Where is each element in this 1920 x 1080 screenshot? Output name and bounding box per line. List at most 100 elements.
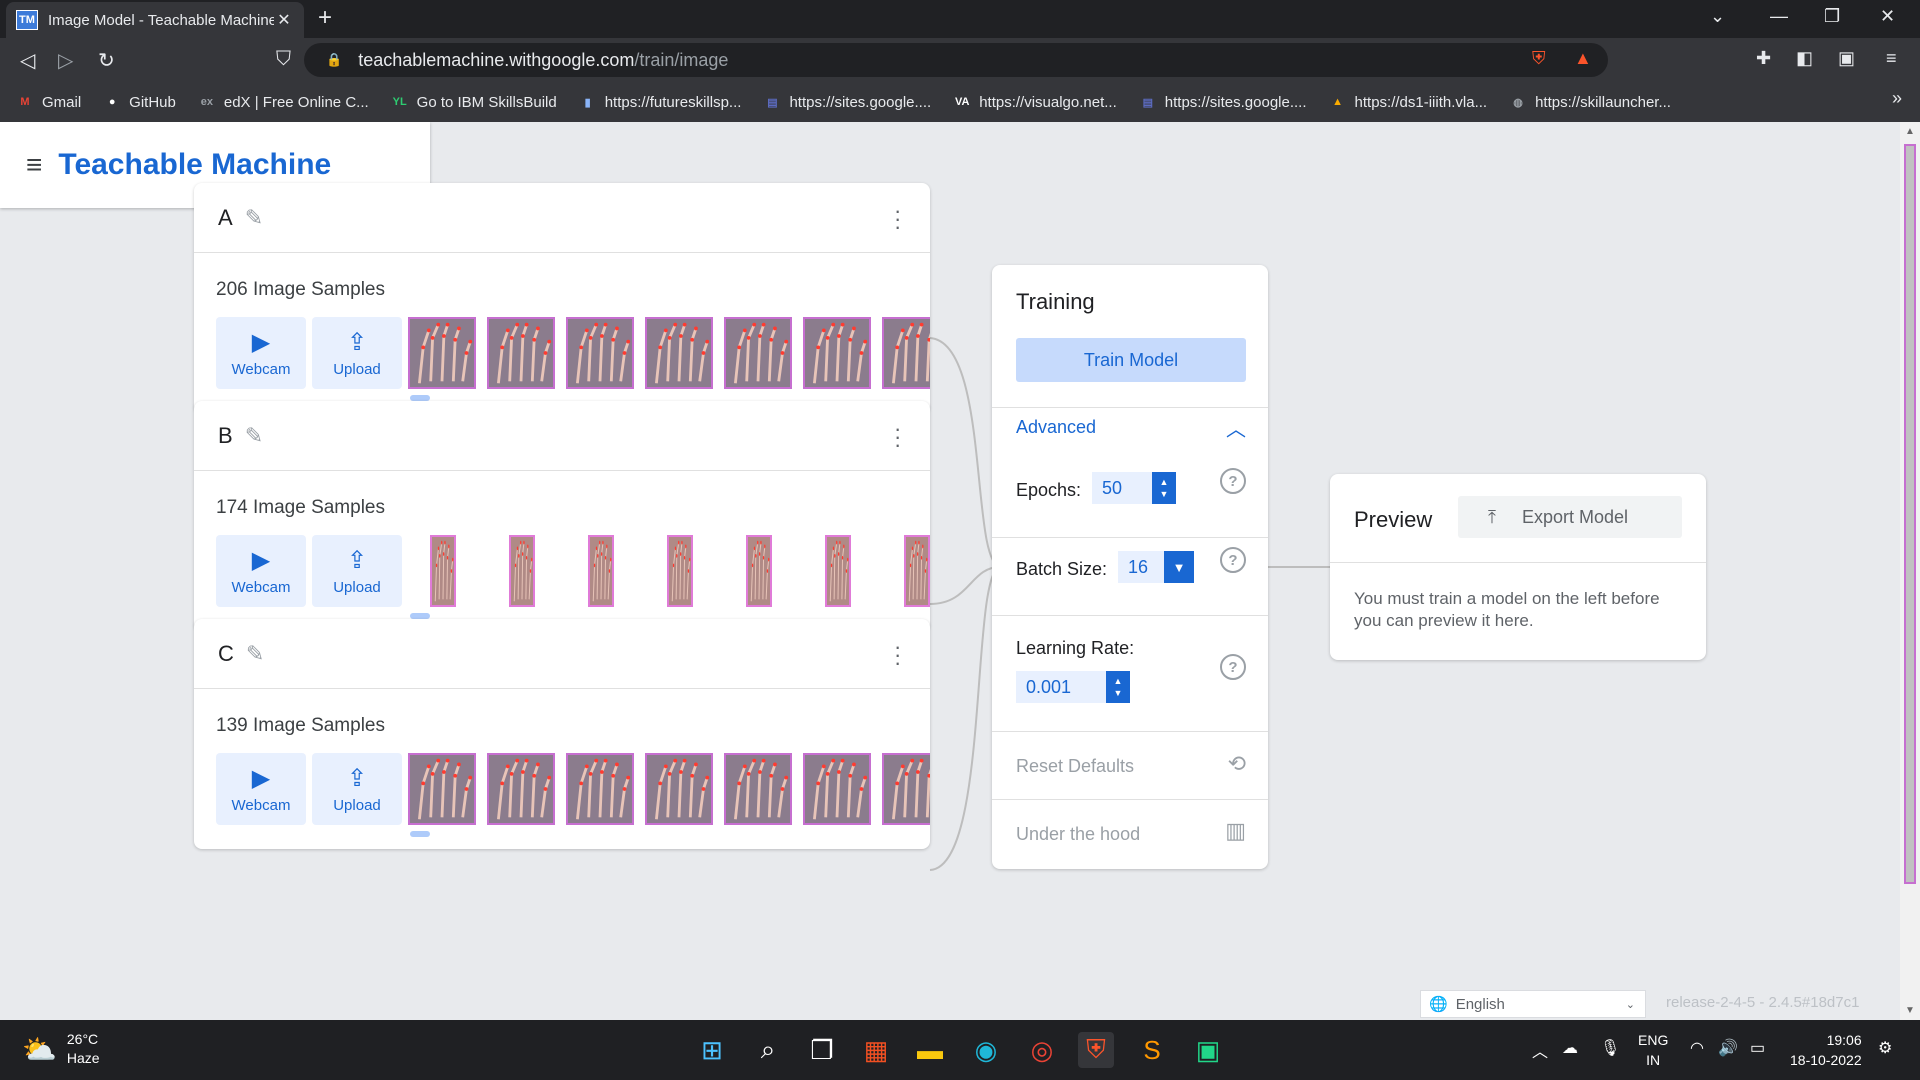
language-select[interactable]: 🌐 English ⌄ xyxy=(1420,990,1646,1018)
webcam-button[interactable]: ▶ Webcam xyxy=(216,317,306,389)
bookmark-item[interactable]: YL Go to IBM SkillsBuild xyxy=(391,93,557,111)
forward-icon[interactable]: ▷ xyxy=(58,48,73,73)
sample-thumbnail[interactable] xyxy=(724,317,792,389)
sample-thumbnail[interactable] xyxy=(746,535,772,607)
sample-thumbnail[interactable] xyxy=(724,753,792,825)
bookmark-item[interactable]: VA https://visualgo.net... xyxy=(953,93,1117,111)
reload-icon[interactable]: ↻ xyxy=(98,48,115,73)
battery-icon[interactable]: ▭ xyxy=(1750,1038,1765,1058)
file-explorer-icon[interactable]: ▬ xyxy=(912,1032,948,1068)
hamburger-menu-icon[interactable]: ≡ xyxy=(26,149,42,181)
microsoft-store-icon[interactable]: ▦ xyxy=(858,1032,894,1068)
sample-thumbnail[interactable] xyxy=(803,317,871,389)
sample-thumbnail[interactable] xyxy=(803,753,871,825)
wifi-icon[interactable]: ◠ xyxy=(1690,1038,1704,1058)
volume-icon[interactable]: 🔊 xyxy=(1718,1038,1738,1058)
pycharm-icon[interactable]: ▣ xyxy=(1190,1032,1226,1068)
more-bookmarks-icon[interactable]: » xyxy=(1892,88,1902,109)
class-name[interactable]: A xyxy=(218,205,233,231)
batch-size-select[interactable]: 16 ▼ xyxy=(1118,551,1194,583)
learning-rate-input[interactable]: 0.001 ▲ ▼ xyxy=(1016,671,1130,703)
search-icon[interactable]: ⌕ xyxy=(750,1032,786,1068)
epochs-input[interactable]: 50 ▲ ▼ xyxy=(1092,472,1176,504)
edit-pencil-icon[interactable]: ✎ xyxy=(245,423,263,449)
sample-thumbnail[interactable] xyxy=(825,535,851,607)
more-options-icon[interactable]: · · · xyxy=(894,636,901,674)
edge-icon[interactable]: ◉ xyxy=(968,1032,1004,1068)
reset-defaults-button[interactable]: Reset Defaults xyxy=(1016,756,1134,777)
upload-button[interactable]: ⇪ Upload xyxy=(312,535,402,607)
bookmark-item[interactable]: ▲ https://ds1-iiith.vla... xyxy=(1329,93,1487,111)
tab-search-chevron-icon[interactable]: ⌄ xyxy=(1710,6,1725,27)
close-tab-icon[interactable]: ✕ xyxy=(274,10,294,30)
minimize-icon[interactable]: — xyxy=(1770,6,1788,27)
show-hidden-icons-icon[interactable]: ︿ xyxy=(1532,1038,1548,1062)
dropdown-arrow-icon[interactable]: ▼ xyxy=(1164,551,1194,583)
browser-menu-icon[interactable]: ≡ xyxy=(1886,48,1897,69)
stepper-up-icon[interactable]: ▲ xyxy=(1114,675,1123,687)
bar-chart-icon[interactable]: ▥ xyxy=(1225,818,1246,844)
sample-thumbnail[interactable] xyxy=(882,317,930,389)
input-language[interactable]: ENG IN xyxy=(1638,1030,1668,1070)
new-tab-icon[interactable]: + xyxy=(318,4,332,32)
stepper-down-icon[interactable]: ▼ xyxy=(1160,488,1169,500)
sample-thumbnail[interactable] xyxy=(566,317,634,389)
task-view-icon[interactable]: ❐ xyxy=(804,1032,840,1068)
brave-rewards-icon[interactable]: ▲ xyxy=(1574,48,1592,69)
advanced-toggle[interactable]: Advanced xyxy=(1016,417,1096,438)
bookmark-icon[interactable]: ⛉ xyxy=(276,48,291,71)
edit-pencil-icon[interactable]: ✎ xyxy=(245,205,263,231)
sample-thumbnail[interactable] xyxy=(566,753,634,825)
extensions-icon[interactable]: ✚ xyxy=(1756,48,1771,69)
bookmark-item[interactable]: ex edX | Free Online C... xyxy=(198,93,369,111)
wallet-icon[interactable]: ▣ xyxy=(1838,48,1855,69)
windows-start-icon[interactable]: ⊞ xyxy=(694,1032,730,1068)
restore-icon[interactable]: ❐ xyxy=(1824,6,1840,27)
chevron-up-icon[interactable]: ︿ xyxy=(1226,413,1246,442)
window-close-icon[interactable]: ✕ xyxy=(1880,6,1895,27)
sample-thumbnail[interactable] xyxy=(408,317,476,389)
class-name[interactable]: C xyxy=(218,641,234,667)
weather-widget[interactable]: ⛅ 26°C Haze xyxy=(22,1030,100,1068)
webcam-button[interactable]: ▶ Webcam xyxy=(216,535,306,607)
sample-thumbnail[interactable] xyxy=(645,753,713,825)
more-options-icon[interactable]: · · · xyxy=(894,200,901,238)
sample-thumbnail[interactable] xyxy=(588,535,614,607)
sample-thumbnail[interactable] xyxy=(882,753,930,825)
sample-thumbnail[interactable] xyxy=(487,317,555,389)
scroll-up-icon[interactable]: ▲ xyxy=(1905,126,1915,137)
sublime-text-icon[interactable]: S xyxy=(1134,1032,1170,1068)
bookmark-item[interactable]: ● GitHub xyxy=(103,93,176,111)
brave-icon[interactable]: ⛨ xyxy=(1078,1032,1114,1068)
bookmark-item[interactable]: ▮ https://futureskillsp... xyxy=(579,93,742,111)
onedrive-icon[interactable]: ☁ xyxy=(1562,1038,1578,1058)
browser-tab[interactable]: TM Image Model - Teachable Machine ✕ xyxy=(6,2,304,38)
bookmark-item[interactable]: ◍ https://skillauncher... xyxy=(1509,93,1671,111)
bookmark-item[interactable]: ▤ https://sites.google.... xyxy=(1139,93,1307,111)
microphone-icon[interactable]: 🎙 xyxy=(1600,1038,1620,1058)
train-model-button[interactable]: Train Model xyxy=(1016,338,1246,382)
sample-thumbnail[interactable] xyxy=(430,535,456,607)
export-model-button[interactable]: ⤒ Export Model xyxy=(1458,496,1682,538)
stepper-down-icon[interactable]: ▼ xyxy=(1114,687,1123,699)
sidebar-icon[interactable]: ◧ xyxy=(1796,48,1813,69)
epochs-stepper[interactable]: ▲ ▼ xyxy=(1152,472,1176,504)
learning-rate-help-icon[interactable]: ? xyxy=(1220,654,1246,680)
batch-size-help-icon[interactable]: ? xyxy=(1220,547,1246,573)
epochs-help-icon[interactable]: ? xyxy=(1220,468,1246,494)
sample-thumbnail[interactable] xyxy=(645,317,713,389)
history-icon[interactable]: ⟲ xyxy=(1228,751,1246,777)
sample-thumbnail[interactable] xyxy=(408,753,476,825)
sample-thumbnail[interactable] xyxy=(667,535,693,607)
sample-thumbnail[interactable] xyxy=(904,535,930,607)
sample-thumbnail[interactable] xyxy=(509,535,535,607)
bookmark-item[interactable]: ▤ https://sites.google.... xyxy=(763,93,931,111)
webcam-button[interactable]: ▶ Webcam xyxy=(216,753,306,825)
address-bar[interactable]: 🔒 teachablemachine.withgoogle.com/train/… xyxy=(304,43,1608,77)
learning-rate-stepper[interactable]: ▲ ▼ xyxy=(1106,671,1130,703)
class-name[interactable]: B xyxy=(218,423,233,449)
scroll-down-icon[interactable]: ▼ xyxy=(1905,1005,1915,1016)
back-icon[interactable]: ◁ xyxy=(20,48,35,73)
scroll-indicator[interactable] xyxy=(410,831,430,837)
under-the-hood-button[interactable]: Under the hood xyxy=(1016,824,1140,845)
